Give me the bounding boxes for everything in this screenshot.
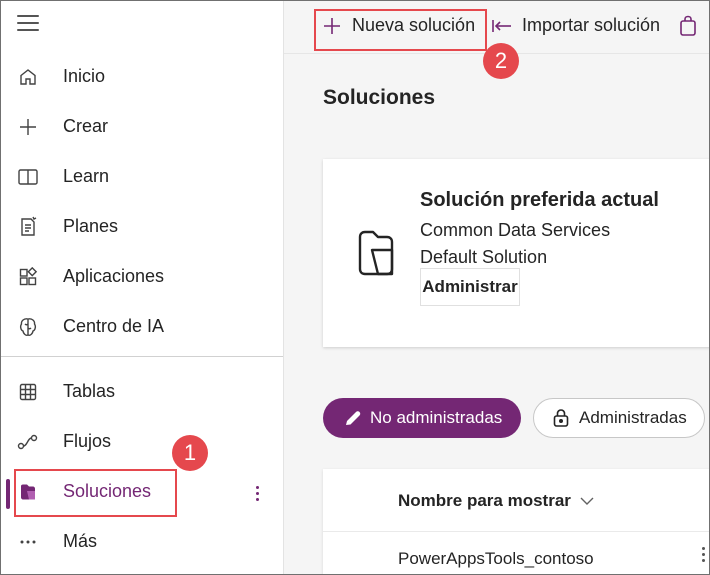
bag-icon [680, 15, 696, 36]
sidebar-item-label: Aplicaciones [63, 266, 165, 286]
sidebar-item-inicio[interactable]: Inicio [1, 53, 283, 99]
plan-icon [17, 216, 39, 238]
row-more-options-icon[interactable] [702, 547, 705, 562]
home-icon [17, 66, 39, 88]
brain-icon [17, 316, 39, 338]
chevron-down-icon [580, 497, 594, 505]
sidebar-item-label: Planes [63, 216, 119, 236]
sidebar-item-tablas[interactable]: Tablas [1, 368, 283, 414]
sidebar-item-label: Tablas [63, 381, 116, 401]
page-title: Soluciones [323, 86, 436, 109]
callout-badge-1: 1 [172, 435, 208, 471]
sidebar-item-planes[interactable]: Planes [1, 203, 283, 249]
filter-managed-button[interactable]: Administradas [533, 398, 705, 438]
pencil-icon [346, 411, 361, 425]
callout-highlight-soluciones [14, 469, 177, 517]
book-icon [17, 166, 39, 188]
callout-highlight-new-solution [314, 9, 487, 51]
publish-button[interactable] [678, 15, 698, 37]
hamburger-menu-icon[interactable] [17, 15, 39, 35]
lock-icon [553, 409, 569, 427]
solution-document-icon [358, 230, 394, 276]
sidebar-item-label: Crear [63, 116, 109, 136]
table-row-name[interactable]: PowerAppsTools_contoso [398, 549, 594, 569]
sidebar-item-label: Learn [63, 166, 110, 186]
sidebar-item-label: Centro de IA [63, 316, 165, 336]
more-icon [17, 531, 39, 553]
sidebar-item-learn[interactable]: Learn [1, 153, 283, 199]
sidebar-item-label: Más [63, 531, 98, 551]
manage-button[interactable]: Administrar [420, 268, 520, 306]
header-divider [323, 531, 709, 532]
nav-divider [1, 356, 283, 357]
import-solution-button[interactable]: Importar solución [491, 15, 660, 36]
callout-badge-2: 2 [483, 43, 519, 79]
column-header-label: Nombre para mostrar [398, 491, 571, 510]
import-solution-label: Importar solución [522, 15, 661, 35]
main-content: Nueva solución Importar solución Solucio… [284, 1, 709, 574]
column-header-display-name[interactable]: Nombre para mostrar [398, 491, 595, 511]
sidebar-item-aplicaciones[interactable]: Aplicaciones [1, 253, 283, 299]
plus-icon [17, 116, 39, 138]
sidebar-item-mas[interactable]: Más [1, 518, 283, 564]
filter-unmanaged-label: No administradas [370, 408, 503, 427]
sidebar-item-label: Flujos [63, 431, 112, 451]
apps-icon [17, 266, 39, 288]
table-icon [17, 381, 39, 403]
app-frame: Inicio Crear Learn Planes Aplicaciones C… [0, 0, 710, 575]
filter-managed-label: Administradas [579, 408, 687, 427]
sidebar-item-crear[interactable]: Crear [1, 103, 283, 149]
import-icon [492, 19, 511, 32]
sidebar-item-flujos[interactable]: Flujos [1, 418, 283, 464]
filter-unmanaged-button[interactable]: No administradas [323, 398, 521, 438]
sidebar-item-label: Inicio [63, 66, 106, 86]
solutions-table: Nombre para mostrar PowerAppsTools_conto… [323, 469, 709, 574]
flow-icon [17, 431, 39, 453]
sidebar-item-centro-de-ia[interactable]: Centro de IA [1, 303, 283, 349]
preferred-solution-card: Solución preferida actual Common Data Se… [323, 159, 709, 347]
preferred-solution-name: Common Data Services Default Solution [420, 220, 611, 267]
more-options-icon[interactable] [251, 479, 263, 507]
preferred-solution-title: Solución preferida actual [420, 189, 659, 211]
